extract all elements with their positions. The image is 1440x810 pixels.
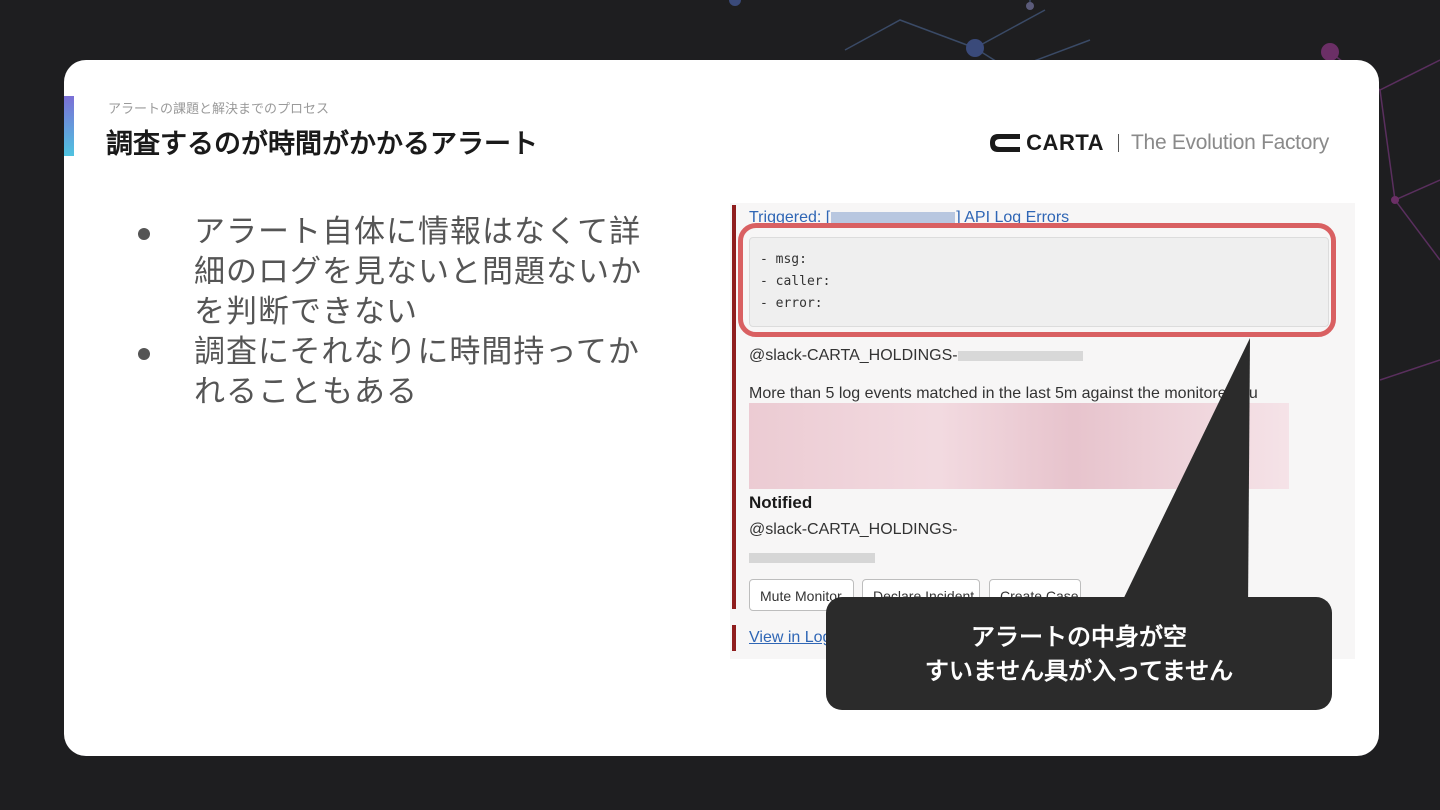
mention-text: @slack-CARTA_HOLDINGS-: [749, 347, 958, 364]
callout-line: アラートの中身が空: [971, 622, 1187, 651]
notified-mention: @slack-CARTA_HOLDINGS-: [749, 521, 958, 538]
callout-line: すいません具が入ってません: [924, 656, 1234, 685]
callout-box: アラートの中身が空 すいません具が入ってません: [826, 597, 1332, 710]
slide-title: 調査するのが時間がかかるアラート: [106, 129, 538, 160]
bullet-text: アラート自体に情報はなくて詳細のログを見ないと問題ないかを判断できない: [194, 214, 642, 330]
redacted-text: [957, 350, 1083, 361]
alert-screenshot: Triggered: [] API Log Errors - msg: - ca…: [730, 203, 1355, 659]
brand-divider: [1118, 134, 1120, 152]
bullet-item: 調査にそれなりに時間持ってかれることもある: [134, 332, 654, 412]
carta-logo-icon: [988, 132, 1022, 154]
view-in-log-link[interactable]: View in Log: [749, 629, 831, 647]
slack-mention: @slack-CARTA_HOLDINGS-: [749, 347, 1083, 365]
bullet-list: アラート自体に情報はなくて詳細のログを見ないと問題ないかを判断できない 調査にそ…: [134, 212, 654, 412]
slide-kicker: アラートの課題と解決までのプロセス: [108, 102, 330, 117]
notified-label: Notified: [749, 493, 813, 512]
alert-color-bar: [732, 205, 736, 609]
redacted-service-name: [831, 212, 956, 224]
brand-tagline: The Evolution Factory: [1131, 131, 1329, 154]
redacted-query-block: [749, 403, 1289, 489]
accent-bar: [64, 96, 74, 156]
bullet-dot-icon: [138, 228, 150, 240]
highlight-frame: [738, 223, 1336, 337]
alert-description: More than 5 log events matched in the la…: [749, 385, 1258, 402]
alert-color-bar: [732, 625, 736, 651]
bullet-text: 調査にそれなりに時間持ってかれることもある: [194, 334, 640, 410]
brand-name: CARTA: [1026, 130, 1105, 155]
bullet-item: アラート自体に情報はなくて詳細のログを見ないと問題ないかを判断できない: [134, 212, 654, 332]
bullet-dot-icon: [138, 348, 150, 360]
redacted-text: [749, 553, 875, 563]
brand-header: CARTA The Evolution Factory: [988, 126, 1329, 160]
